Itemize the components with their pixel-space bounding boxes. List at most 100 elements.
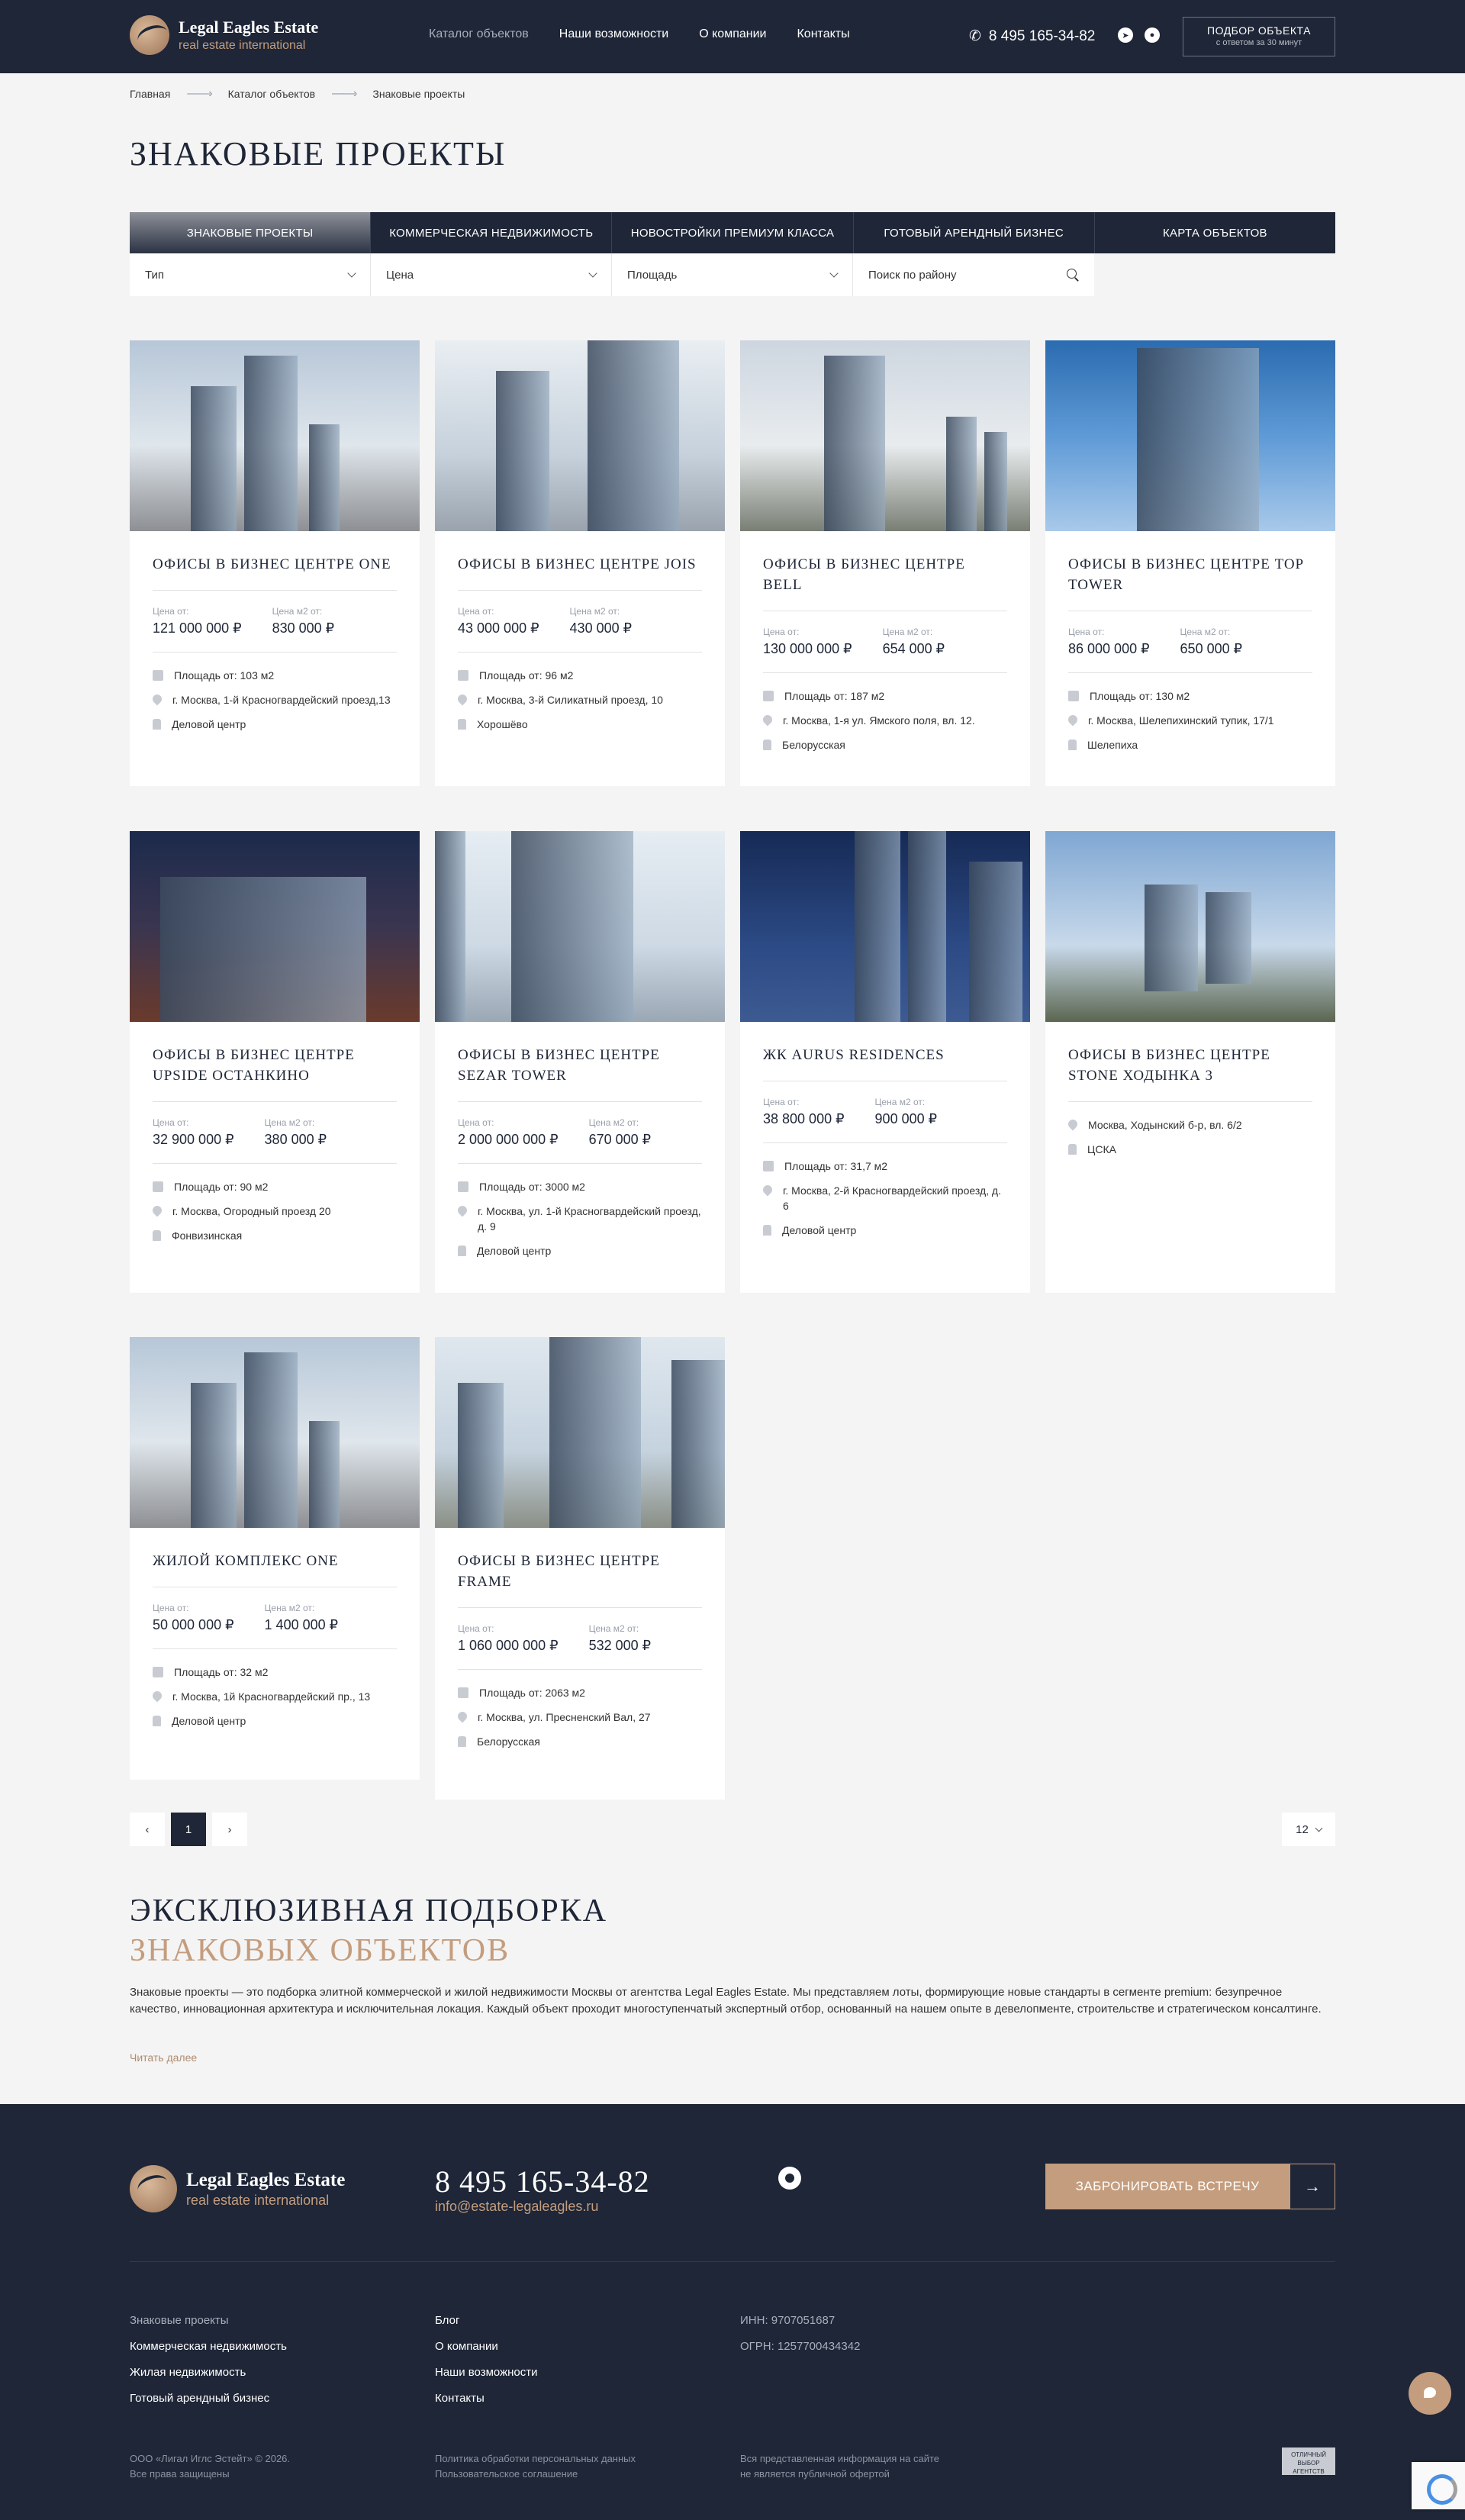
price-m2-value: 430 000 ₽ [569, 620, 633, 636]
per-page-select[interactable]: 12 [1282, 1813, 1335, 1846]
book-meeting-button[interactable]: ЗАБРОНИРОВАТЬ ВСТРЕЧУ → [1045, 2164, 1335, 2209]
card-prices: Цена от: 86 000 000 ₽ Цена м2 от: 650 000 ₽ [1068, 611, 1312, 673]
price-value: 121 000 000 ₽ [153, 620, 242, 636]
card-prices: Цена от: 32 900 000 ₽ Цена м2 от: 380 000 ₽ [153, 1102, 397, 1164]
arrow-right-icon: ——› [187, 87, 212, 100]
card-title[interactable]: ОФИСЫ В БИЗНЕС ЦЕНТРЕ BELL [763, 554, 1007, 611]
header-phone[interactable]: ✆ 8 495 165-34-82 [969, 27, 1095, 45]
price-label: Цена от: [153, 1603, 189, 1613]
tab-objects-map[interactable]: КАРТА ОБЪЕКТОВ [1095, 212, 1335, 253]
pick-button-subtitle: с ответом за 30 минут [1215, 38, 1302, 47]
object-card[interactable]: ЖК AURUS RESIDENCES Цена от: 38 800 000 ₽ Ц… [740, 831, 1030, 1293]
card-facts: Площадь от: 103 м2 г. Москва, 1-й Красног… [150, 653, 397, 732]
tab-commercial[interactable]: КОММЕРЧЕСКАЯ НЕДВИЖИМОСТЬ [371, 212, 613, 253]
privacy-policy-link[interactable]: Политика обработки персональных данных [435, 2451, 636, 2467]
price-m2-label: Цена м2 от: [264, 1117, 315, 1128]
card-title[interactable]: ОФИСЫ В БИЗНЕС ЦЕНТРЕ TOP TOWER [1068, 554, 1312, 611]
card-title[interactable]: ОФИСЫ В БИЗНЕС ЦЕНТРЕ UPSIDE ОСТАНКИНО [153, 1045, 397, 1102]
footer-email[interactable]: info@estate-legaleagles.ru [435, 2199, 598, 2215]
card-title[interactable]: ЖИЛОЙ КОМПЛЕКС ONE [153, 1551, 397, 1587]
footer-link[interactable]: О компании [435, 2334, 538, 2360]
footer-link[interactable]: Наши возможности [435, 2360, 538, 2386]
nav-capabilities[interactable]: Наши возможности [559, 27, 668, 41]
object-photo[interactable] [740, 831, 1030, 1022]
object-photo[interactable] [435, 340, 725, 531]
breadcrumb-home[interactable]: Главная [130, 88, 170, 100]
address-fact: г. Москва, ул. Пресненский Вал, 27 [456, 1710, 702, 1725]
card-title[interactable]: ОФИСЫ В БИЗНЕС ЦЕНТРЕ SEZAR TOWER [458, 1045, 702, 1102]
pagination-page[interactable]: 1 [171, 1813, 206, 1846]
object-card[interactable]: ОФИСЫ В БИЗНЕС ЦЕНТРЕ TOP TOWER Цена от: 8… [1045, 340, 1335, 786]
card-title[interactable]: ОФИСЫ В БИЗНЕС ЦЕНТРЕ STONE ХОДЫНКА 3 [1068, 1045, 1312, 1102]
object-photo[interactable] [130, 340, 420, 531]
chat-icon[interactable]: ● [1145, 27, 1160, 43]
breadcrumb: Главная ——› Каталог объектов ——› Знаковы… [130, 87, 465, 101]
object-photo[interactable] [1045, 831, 1335, 1022]
tab-new-premium[interactable]: НОВОСТРОЙКИ ПРЕМИУМ КЛАССА [612, 212, 854, 253]
card-title[interactable]: ЖК AURUS RESIDENCES [763, 1045, 1007, 1081]
object-photo[interactable] [435, 831, 725, 1022]
nav-about[interactable]: О компании [699, 27, 766, 41]
footer-link[interactable]: Контакты [435, 2386, 538, 2412]
price-m2-block: Цена м2 от: 830 000 ₽ [272, 606, 335, 636]
object-photo[interactable] [130, 1337, 420, 1528]
object-card[interactable]: ОФИСЫ В БИЗНЕС ЦЕНТРЕ SEZAR TOWER Цена от… [435, 831, 725, 1293]
card-title[interactable]: ОФИСЫ В БИЗНЕС ЦЕНТРЕ ONE [153, 554, 397, 591]
price-block: Цена от: 38 800 000 ₽ [763, 1097, 845, 1127]
metro-fact: Деловой центр [458, 1243, 702, 1258]
price-label: Цена от: [458, 606, 494, 617]
type-select[interactable]: Тип [130, 253, 371, 296]
object-card[interactable]: ОФИСЫ В БИЗНЕС ЦЕНТРЕ ONE Цена от: 121 000… [130, 340, 420, 786]
object-card[interactable]: ОФИСЫ В БИЗНЕС ЦЕНТРЕ UPSIDE ОСТАНКИНО Це… [130, 831, 420, 1293]
object-card[interactable]: ОФИСЫ В БИЗНЕС ЦЕНТРЕ JOIS Цена от: 43 000… [435, 340, 725, 786]
read-more-link[interactable]: Читать далее [130, 2051, 197, 2064]
object-photo[interactable] [435, 1337, 725, 1528]
user-agreement-link[interactable]: Пользовательское соглашение [435, 2467, 636, 2482]
floating-chat-button[interactable] [1409, 2372, 1451, 2415]
object-card[interactable]: ОФИСЫ В БИЗНЕС ЦЕНТРЕ BELL Цена от: 130 00… [740, 340, 1030, 786]
telegram-icon[interactable]: ➤ [1118, 27, 1133, 43]
object-photo[interactable] [130, 831, 420, 1022]
area-icon [153, 1667, 163, 1677]
nav-catalog[interactable]: Каталог объектов [429, 27, 529, 41]
nav-contacts[interactable]: Контакты [797, 27, 849, 41]
footer-phone[interactable]: 8 495 165-34-82 [435, 2164, 650, 2199]
building-shape [244, 1352, 298, 1528]
address-value: г. Москва, 1й Красногвардейский пр., 13 [172, 1690, 371, 1703]
object-photo[interactable] [740, 340, 1030, 531]
breadcrumb-catalog[interactable]: Каталог объектов [228, 88, 315, 100]
tab-landmark-projects[interactable]: ЗНАКОВЫЕ ПРОЕКТЫ [130, 212, 372, 253]
book-meeting-label: ЗАБРОНИРОВАТЬ ВСТРЕЧУ [1045, 2164, 1290, 2209]
object-photo[interactable] [1045, 340, 1335, 531]
footer-link[interactable]: Знаковые проекты [130, 2308, 287, 2334]
price-block: Цена от: 43 000 000 ₽ [458, 606, 539, 636]
pick-object-button[interactable]: ПОДБОР ОБЪЕКТА с ответом за 30 минут [1183, 17, 1335, 56]
card-title[interactable]: ОФИСЫ В БИЗНЕС ЦЕНТРЕ JOIS [458, 554, 702, 591]
pagination-prev[interactable]: ‹ [130, 1813, 165, 1846]
building-shape [511, 831, 633, 1022]
header-logo[interactable]: Legal Eagles Estate real estate internat… [130, 15, 318, 55]
price-block: Цена от: 1 060 000 000 ₽ [458, 1623, 559, 1654]
object-card[interactable]: ОФИСЫ В БИЗНЕС ЦЕНТРЕ STONE ХОДЫНКА 3 Мос… [1045, 831, 1335, 1293]
tab-rental-business[interactable]: ГОТОВЫЙ АРЕНДНЫЙ БИЗНЕС [854, 212, 1095, 253]
object-card[interactable]: ОФИСЫ В БИЗНЕС ЦЕНТРЕ FRAME Цена от: 1 060… [435, 1337, 725, 1800]
footer-link[interactable]: Блог [435, 2308, 538, 2334]
footer-link[interactable]: Готовый арендный бизнес [130, 2386, 287, 2412]
footer-link[interactable]: Коммерческая недвижимость [130, 2334, 287, 2360]
area-select[interactable]: Площадь [612, 253, 853, 296]
pagination-next[interactable]: › [212, 1813, 247, 1846]
footer-logo[interactable]: Legal Eagles Estate real estate internat… [130, 2165, 345, 2212]
card-prices: Цена от: 43 000 000 ₽ Цена м2 от: 430 000 ₽ [458, 591, 702, 653]
price-select[interactable]: Цена [371, 253, 612, 296]
recaptcha-badge[interactable] [1412, 2462, 1465, 2509]
card-title[interactable]: ОФИСЫ В БИЗНЕС ЦЕНТРЕ FRAME [458, 1551, 702, 1608]
object-card[interactable]: ЖИЛОЙ КОМПЛЕКС ONE Цена от: 50 000 000 ₽ Це… [130, 1337, 420, 1780]
search-icon[interactable] [1067, 269, 1079, 281]
district-search-input[interactable] [868, 268, 1044, 282]
arrow-right-icon: ——› [332, 87, 357, 100]
footer-link[interactable]: Жилая недвижимость [130, 2360, 287, 2386]
logo-subtitle: real estate international [179, 39, 306, 52]
chat-icon[interactable] [778, 2167, 801, 2190]
price-m2-value: 650 000 ₽ [1180, 641, 1243, 656]
price-block: Цена от: 50 000 000 ₽ [153, 1603, 234, 1633]
